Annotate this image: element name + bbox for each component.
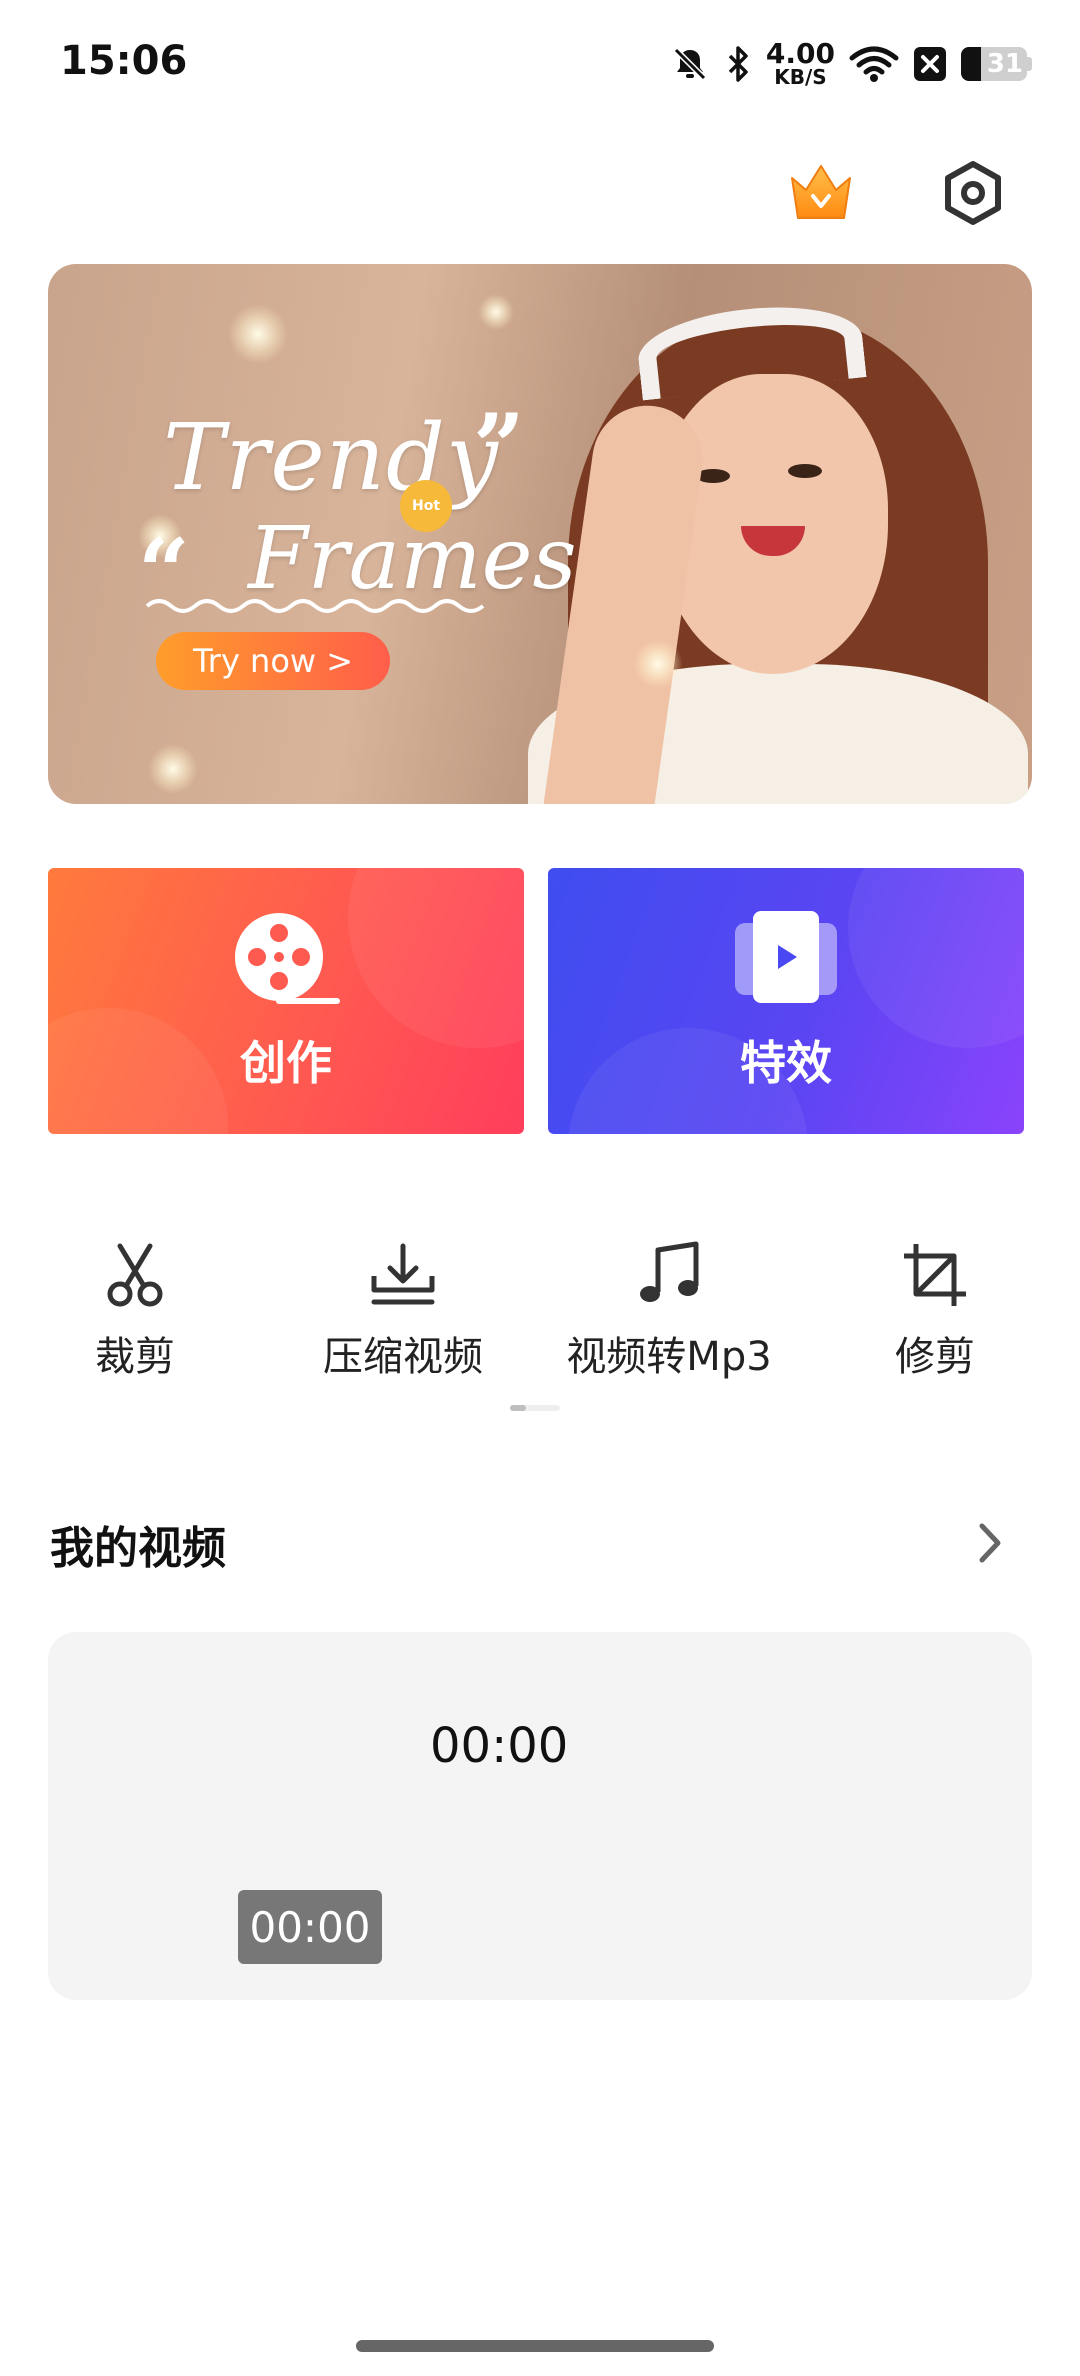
tool-trim[interactable]: 修剪 [805,1240,1065,1382]
music-note-icon [640,1241,699,1302]
sparkle [148,744,198,794]
battery-tip [1027,57,1032,71]
my-videos-title: 我的视频 [50,1523,226,1574]
status-time: 15:06 [60,38,188,84]
effects-label: 特效 [740,1036,832,1090]
video-duration-badge: 00:00 [238,1890,382,1964]
scissors-icon [107,1243,163,1307]
crown-icon [791,165,851,219]
vip-crown-button[interactable] [786,160,856,226]
card-bubble [348,868,524,1048]
promo-banner[interactable]: ” Trendy Hot “ Frames Try now > [48,264,1032,804]
status-icons: 4.00 KB/S 31 [670,36,1032,92]
sparkle [633,639,683,689]
tools-row: 裁剪 压缩视频 视频转Mp3 修剪 [0,1240,1080,1390]
chevron-right-icon [979,1523,1001,1563]
battery-level: 31 [986,49,1023,79]
my-videos-more-button[interactable] [968,1518,1012,1568]
video-play-icon [731,909,841,1009]
pager-dot-active [510,1405,526,1411]
card-bubble [48,1008,228,1134]
video-date-label: 00:00 [430,1718,569,1774]
video-item[interactable] [48,1632,1032,2000]
tool-compress-label: 压缩视频 [323,1334,483,1380]
net-speed-unit: KB/S [774,65,827,89]
wifi-icon [849,46,899,82]
effects-card[interactable]: 特效 [548,868,1024,1134]
tool-compress[interactable]: 压缩视频 [273,1240,533,1382]
settings-button[interactable] [938,158,1008,228]
tools-pager [510,1405,560,1411]
banner-wave-underline [145,599,485,613]
tool-trim-label: 修剪 [895,1334,975,1380]
film-reel-icon [231,909,341,1009]
tool-cut-label: 裁剪 [95,1334,175,1380]
create-label: 创作 [240,1036,332,1090]
home-indicator[interactable] [356,2340,714,2352]
net-speed: 4.00 KB/S [765,37,835,89]
model-eye [788,464,822,478]
card-bubble [848,868,1024,1048]
battery-body: 31 [961,47,1027,81]
try-now-button[interactable]: Try now > [156,632,390,690]
settings-icon [945,161,1001,225]
download-compress-icon [371,1243,435,1305]
app-notification-icon [914,47,946,81]
crop-icon [904,1244,966,1306]
battery-icon: 31 [961,47,1032,81]
create-card[interactable]: 创作 [48,868,524,1134]
sparkle [478,294,514,330]
tool-to-mp3-label: 视频转Mp3 [566,1334,772,1380]
bluetooth-icon [728,46,748,82]
tool-cut[interactable]: 裁剪 [5,1240,265,1382]
net-speed-value: 4.00 [765,37,835,70]
bell-muted-icon [673,47,707,81]
tool-to-mp3[interactable]: 视频转Mp3 [539,1240,799,1382]
sparkle [228,304,288,364]
